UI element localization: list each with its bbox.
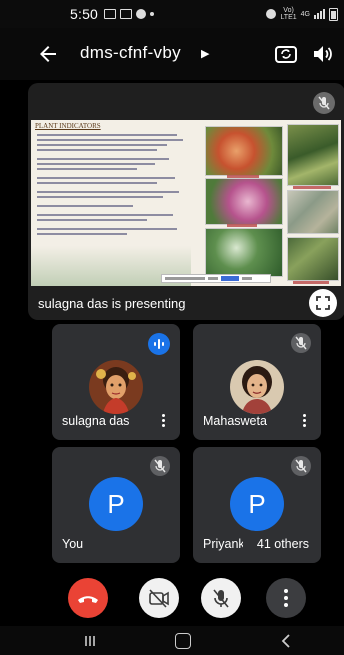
switch-camera-icon[interactable] (273, 41, 299, 67)
mic-off-icon (291, 333, 311, 353)
chevron-right-icon[interactable]: ▶ (201, 47, 209, 60)
photo-caption (227, 175, 259, 178)
participant-name: You (62, 537, 84, 551)
participant-tile[interactable]: Mahasweta (193, 324, 321, 440)
status-system-icons: Vo) LTE1 4G (266, 7, 338, 21)
mic-off-icon (150, 456, 170, 476)
slide-photo (287, 124, 339, 186)
back-icon[interactable] (280, 633, 292, 649)
participant-name: sulagna das (62, 414, 130, 428)
slide-photo (287, 190, 339, 234)
message-icon (120, 9, 133, 19)
status-bar: 5:50 Vo) LTE1 4G (0, 0, 344, 28)
meet-screen: 5:50 Vo) LTE1 4G dms-cfnf-vby ▶ PLANT IN… (0, 0, 344, 655)
avatar (230, 360, 284, 414)
avatar: P (230, 477, 284, 531)
more-vertical-icon[interactable] (303, 414, 307, 428)
slide-title: PLANT INDICATORS (35, 122, 101, 130)
signal-icon (314, 9, 325, 19)
slide-photo (205, 126, 283, 176)
call-controls (0, 570, 344, 626)
presentation-tile[interactable]: PLANT INDICATORS sulagna das is presenti… (28, 83, 344, 320)
meeting-header: dms-cfnf-vby ▶ (0, 28, 344, 80)
avatar (89, 360, 143, 414)
app-notification-icon (136, 9, 147, 19)
system-navigation-bar (0, 626, 344, 655)
status-notification-icons (104, 9, 155, 19)
slide-photo (205, 178, 283, 225)
more-vertical-icon[interactable] (162, 414, 166, 428)
photo-caption (293, 186, 331, 189)
slide-photo (205, 228, 283, 277)
speaking-indicator-icon (148, 333, 170, 355)
participant-tile[interactable]: sulagna das (52, 324, 180, 440)
fullscreen-icon[interactable] (309, 289, 337, 317)
mic-off-icon (291, 456, 311, 476)
slide-viewer-toolbar (161, 274, 271, 283)
speaker-icon[interactable] (311, 42, 335, 66)
status-time: 5:50 (70, 6, 99, 22)
recent-apps-icon[interactable] (83, 634, 97, 648)
network-speed-label: 4G (300, 10, 310, 18)
alarm-icon (266, 9, 277, 19)
home-icon[interactable] (175, 633, 191, 649)
photo-caption (293, 281, 329, 284)
more-notifications-icon (150, 12, 155, 16)
more-vertical-icon[interactable] (266, 578, 306, 618)
mic-off-icon (313, 92, 335, 114)
participant-name: Priyanka (203, 537, 243, 551)
presenter-label: sulagna das is presenting (38, 296, 186, 311)
participant-name: Mahasweta (203, 414, 267, 428)
avatar: P (89, 477, 143, 531)
mic-off-icon[interactable] (201, 578, 241, 618)
participant-tile-others[interactable]: P Priyanka 41 others (193, 447, 321, 563)
video-off-icon[interactable] (139, 578, 179, 618)
meeting-code[interactable]: dms-cfnf-vby (80, 43, 181, 63)
battery-icon (329, 7, 338, 21)
slide-text-block (37, 134, 187, 238)
slide-photo (287, 237, 339, 281)
photo-caption (227, 224, 257, 227)
volte-indicator: Vo) LTE1 (280, 7, 297, 21)
others-count: 41 others (256, 537, 309, 551)
back-arrow-icon[interactable] (36, 42, 60, 66)
shared-slide: PLANT INDICATORS (31, 120, 341, 286)
gallery-icon (104, 9, 117, 19)
end-call-icon[interactable] (68, 578, 108, 618)
participant-tile-self[interactable]: P You (52, 447, 180, 563)
